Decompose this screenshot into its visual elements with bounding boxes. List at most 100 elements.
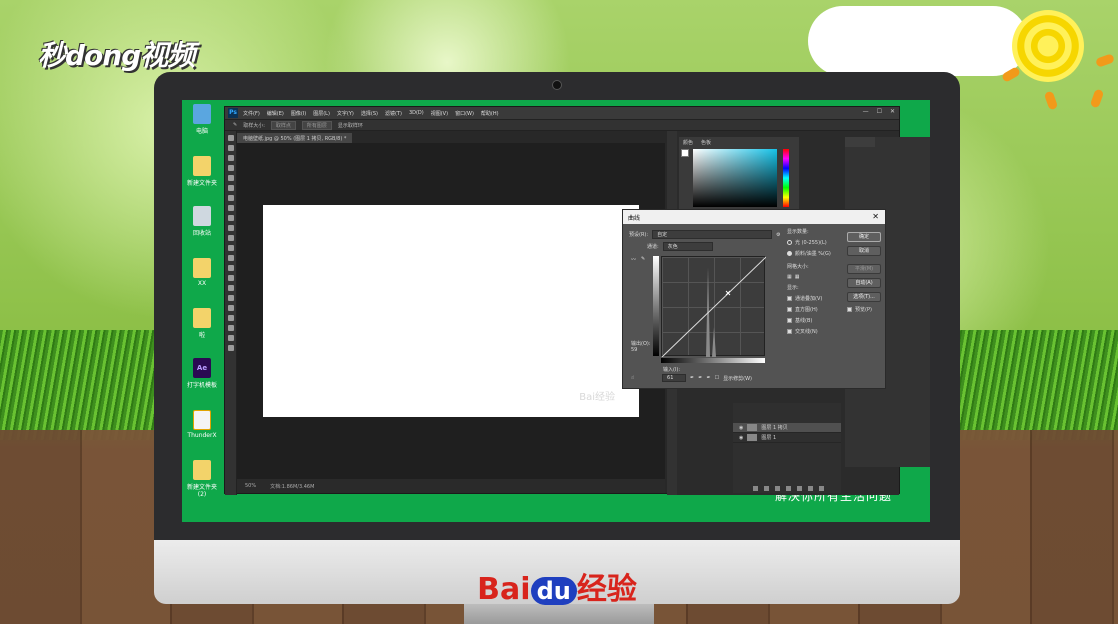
move-tool-icon[interactable] bbox=[227, 135, 234, 141]
gradient-tool-icon[interactable] bbox=[227, 245, 234, 251]
tab-swatches[interactable]: 色板 bbox=[701, 139, 711, 146]
cancel-button[interactable]: 取消 bbox=[847, 246, 881, 256]
close-icon[interactable]: ✕ bbox=[872, 212, 879, 221]
new-layer-icon[interactable] bbox=[808, 486, 813, 491]
menu-view[interactable]: 视图(V) bbox=[431, 110, 448, 117]
zoom-level[interactable]: 50% bbox=[245, 483, 256, 489]
desktop-icon-la[interactable]: 啦 bbox=[184, 308, 220, 339]
link-layers-icon[interactable] bbox=[753, 486, 758, 491]
auto-button[interactable]: 自动(A) bbox=[847, 278, 881, 288]
pigment-radio[interactable] bbox=[787, 251, 792, 256]
foreground-color-swatch[interactable] bbox=[681, 149, 689, 157]
gear-icon[interactable]: ⚙ bbox=[776, 232, 780, 238]
menu-select[interactable]: 选择(S) bbox=[361, 110, 378, 117]
hand-tool-icon[interactable] bbox=[227, 315, 234, 321]
show-option[interactable]: 直方图(H) bbox=[787, 306, 843, 313]
menu-file[interactable]: 文件(F) bbox=[243, 110, 260, 117]
lasso-tool-icon[interactable] bbox=[227, 155, 234, 161]
show-checkbox[interactable] bbox=[787, 296, 792, 301]
layer-row[interactable]: ◉ 图层 1 bbox=[733, 433, 841, 443]
color-swatch-icon[interactable] bbox=[227, 345, 234, 351]
type-tool-icon[interactable] bbox=[227, 285, 234, 291]
curves-graph[interactable] bbox=[661, 256, 766, 357]
desktop-icon-new-folder-2[interactable]: 新建文件夹 (2) bbox=[184, 460, 220, 498]
sample-size-select[interactable]: 取样点 bbox=[270, 120, 296, 130]
maximize-icon[interactable]: ☐ bbox=[877, 108, 882, 115]
eraser-tool-icon[interactable] bbox=[227, 235, 234, 241]
pigment-option[interactable]: 颜料/油墨 %(G) bbox=[787, 250, 843, 257]
adjustment-icon[interactable] bbox=[786, 486, 791, 491]
document-tab[interactable]: 电脑壁纸.jpg @ 50% (图层 1 拷贝, RGB/8) * bbox=[237, 133, 353, 143]
show-option[interactable]: 交叉线(N) bbox=[787, 328, 843, 335]
options-button[interactable]: 选项(T)... bbox=[847, 292, 881, 302]
hue-slider[interactable] bbox=[783, 149, 789, 207]
properties-tab[interactable] bbox=[845, 137, 875, 147]
zoom-tool-icon[interactable] bbox=[227, 325, 234, 331]
eye-icon[interactable]: ◉ bbox=[739, 425, 743, 431]
brush-tool-icon[interactable] bbox=[227, 205, 234, 211]
show-sampling-ring-checkbox[interactable]: 显示取样环 bbox=[338, 122, 363, 129]
marquee-tool-icon[interactable] bbox=[227, 145, 234, 151]
show-checkbox[interactable] bbox=[787, 329, 792, 334]
show-option[interactable]: 通道叠加(V) bbox=[787, 295, 843, 302]
desktop-icon-computer[interactable]: 电脑 bbox=[184, 104, 220, 135]
show-clipping-checkbox[interactable]: ☐ bbox=[715, 375, 719, 381]
menu-3d[interactable]: 3D(D) bbox=[409, 110, 424, 116]
more-tools-icon[interactable] bbox=[227, 335, 234, 341]
grid-detailed-icon[interactable]: ▦ bbox=[795, 274, 800, 280]
eye-icon[interactable]: ◉ bbox=[739, 435, 743, 441]
show-option[interactable]: 基线(B) bbox=[787, 317, 843, 324]
menu-image[interactable]: 图像(I) bbox=[291, 110, 306, 117]
quick-select-tool-icon[interactable] bbox=[227, 165, 234, 171]
menu-help[interactable]: 帮助(H) bbox=[481, 110, 499, 117]
smooth-button[interactable]: 平滑(M) bbox=[847, 264, 881, 274]
curve-point-tool-icon[interactable]: 〰 bbox=[631, 256, 636, 263]
crop-tool-icon[interactable] bbox=[227, 175, 234, 181]
gray-eyedropper-icon[interactable]: ✒ bbox=[698, 375, 702, 381]
grid-simple-icon[interactable]: ▦ bbox=[787, 274, 792, 280]
desktop-icon-thunderx[interactable]: ThunderX bbox=[184, 410, 220, 439]
layer-style-icon[interactable] bbox=[764, 486, 769, 491]
pencil-icon[interactable]: ✎ bbox=[641, 256, 645, 262]
desktop-icon-xx[interactable]: XX bbox=[184, 258, 220, 287]
shape-tool-icon[interactable] bbox=[227, 305, 234, 311]
eyedropper-tool-icon[interactable] bbox=[227, 185, 234, 191]
desktop-icon-new-folder[interactable]: 新建文件夹 bbox=[184, 156, 220, 187]
pen-tool-icon[interactable] bbox=[227, 275, 234, 281]
path-select-tool-icon[interactable] bbox=[227, 295, 234, 301]
menu-type[interactable]: 文字(Y) bbox=[337, 110, 354, 117]
menu-layer[interactable]: 图层(L) bbox=[313, 110, 330, 117]
group-icon[interactable] bbox=[797, 486, 802, 491]
light-option[interactable]: 光 (0-255)(L) bbox=[787, 239, 843, 246]
menu-edit[interactable]: 编辑(E) bbox=[267, 110, 284, 117]
desktop-icon-recycle-bin[interactable]: 回收站 bbox=[184, 206, 220, 237]
show-checkbox[interactable] bbox=[787, 318, 792, 323]
light-radio[interactable] bbox=[787, 240, 792, 245]
ok-button[interactable]: 确定 bbox=[847, 232, 881, 242]
mask-icon[interactable] bbox=[775, 486, 780, 491]
preview-checkbox[interactable] bbox=[847, 307, 852, 312]
healing-tool-icon[interactable] bbox=[227, 195, 234, 201]
dodge-tool-icon[interactable] bbox=[227, 265, 234, 271]
minimize-icon[interactable]: — bbox=[863, 108, 869, 115]
desktop-icon-after-effects[interactable]: Ae 打字机模板 bbox=[184, 358, 220, 389]
image-canvas[interactable]: Bai经验 bbox=[263, 205, 639, 417]
color-picker-field[interactable] bbox=[693, 149, 777, 207]
close-icon[interactable]: ✕ bbox=[890, 108, 895, 115]
blur-tool-icon[interactable] bbox=[227, 255, 234, 261]
history-brush-tool-icon[interactable] bbox=[227, 225, 234, 231]
white-eyedropper-icon[interactable]: ✒ bbox=[706, 375, 710, 381]
preset-select[interactable]: 自定 bbox=[652, 230, 773, 239]
sample-layers-select[interactable]: 所有图层 bbox=[301, 120, 332, 130]
black-eyedropper-icon[interactable]: ✒ bbox=[690, 375, 694, 381]
show-checkbox[interactable] bbox=[787, 307, 792, 312]
tab-color[interactable]: 颜色 bbox=[683, 139, 693, 146]
stamp-tool-icon[interactable] bbox=[227, 215, 234, 221]
trash-icon[interactable] bbox=[819, 486, 824, 491]
menu-window[interactable]: 窗口(W) bbox=[455, 110, 474, 117]
channel-select[interactable]: 灰色 bbox=[662, 242, 713, 251]
menu-filter[interactable]: 滤镜(T) bbox=[385, 110, 402, 117]
output-value[interactable]: 59 bbox=[631, 347, 637, 353]
target-adjust-icon[interactable]: ☝ bbox=[631, 375, 634, 381]
input-value[interactable]: 61 bbox=[662, 374, 687, 382]
